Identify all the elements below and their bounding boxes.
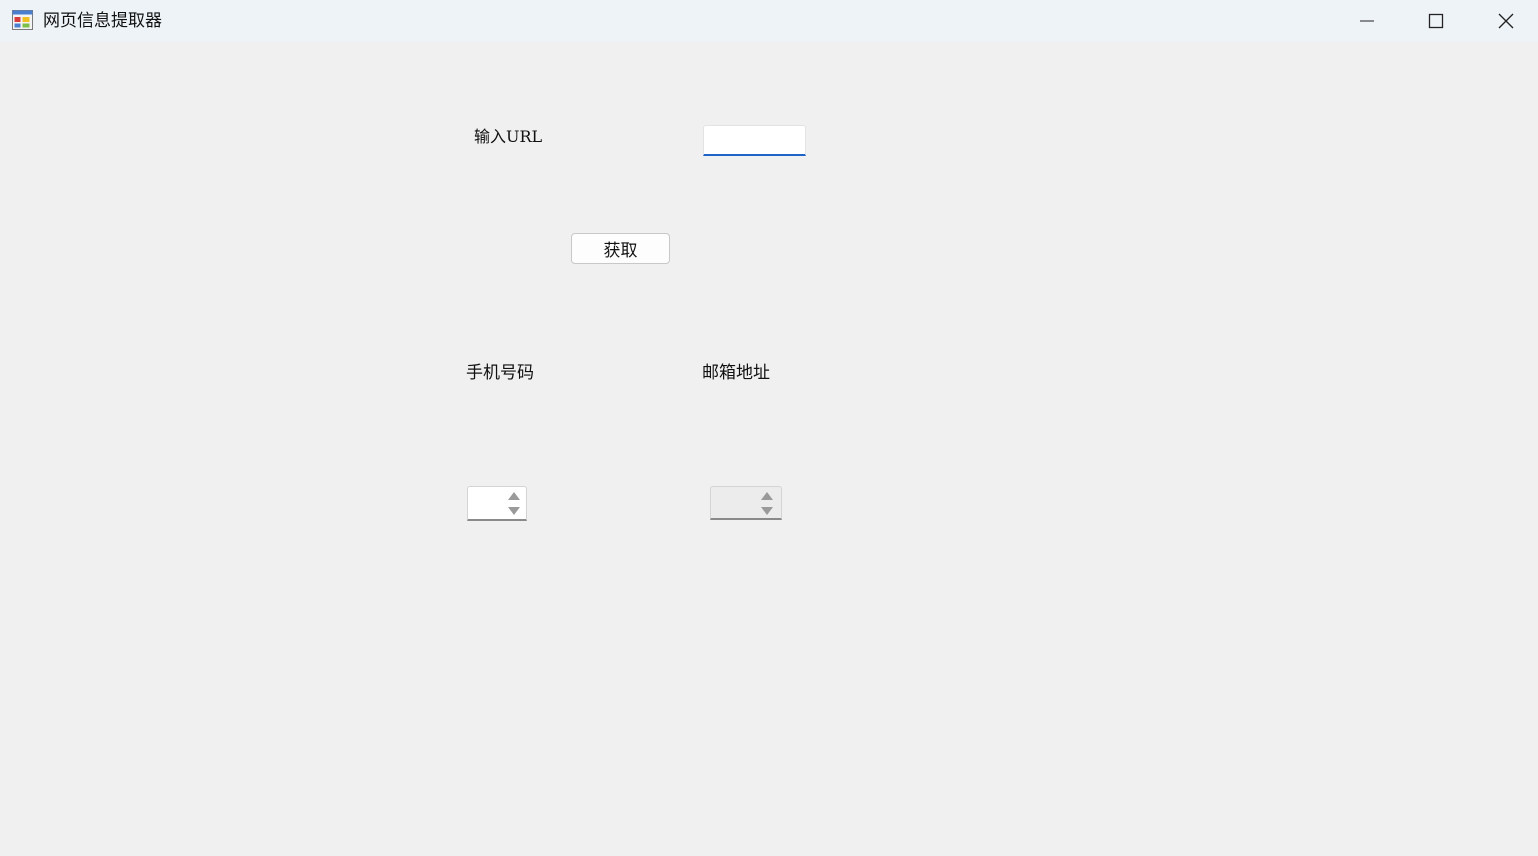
email-spinner-up-button[interactable] — [755, 488, 779, 503]
minimize-button[interactable] — [1332, 0, 1402, 42]
fetch-button[interactable]: 获取 — [571, 233, 670, 264]
phone-label: 手机号码 — [466, 363, 534, 383]
email-spinner[interactable] — [710, 486, 782, 520]
triangle-down-icon — [508, 506, 520, 515]
phone-spinner-arrows — [502, 487, 526, 519]
close-icon — [1498, 13, 1514, 29]
maximize-icon — [1428, 13, 1444, 29]
email-spinner-down-button[interactable] — [755, 503, 779, 518]
email-spinner-arrows — [755, 487, 779, 518]
maximize-button[interactable] — [1401, 0, 1471, 42]
email-label: 邮箱地址 — [702, 363, 770, 383]
title-bar[interactable]: 网页信息提取器 — [0, 0, 1538, 42]
phone-spinner[interactable] — [467, 486, 527, 521]
phone-spinner-up-button[interactable] — [502, 488, 526, 503]
triangle-up-icon — [761, 491, 773, 500]
email-spinner-value[interactable] — [711, 487, 715, 518]
url-input[interactable] — [703, 125, 806, 156]
minimize-icon — [1360, 20, 1374, 22]
url-label: 输入URL — [474, 127, 543, 146]
phone-spinner-value[interactable] — [468, 487, 472, 519]
app-form-icon — [12, 10, 33, 30]
triangle-down-icon — [761, 506, 773, 515]
window-title: 网页信息提取器 — [43, 11, 162, 31]
close-button[interactable] — [1471, 0, 1538, 42]
phone-spinner-down-button[interactable] — [502, 503, 526, 518]
triangle-up-icon — [508, 491, 520, 500]
main-window: 网页信息提取器 输入URL 获取 手机号码 邮箱地址 — [0, 0, 1538, 856]
